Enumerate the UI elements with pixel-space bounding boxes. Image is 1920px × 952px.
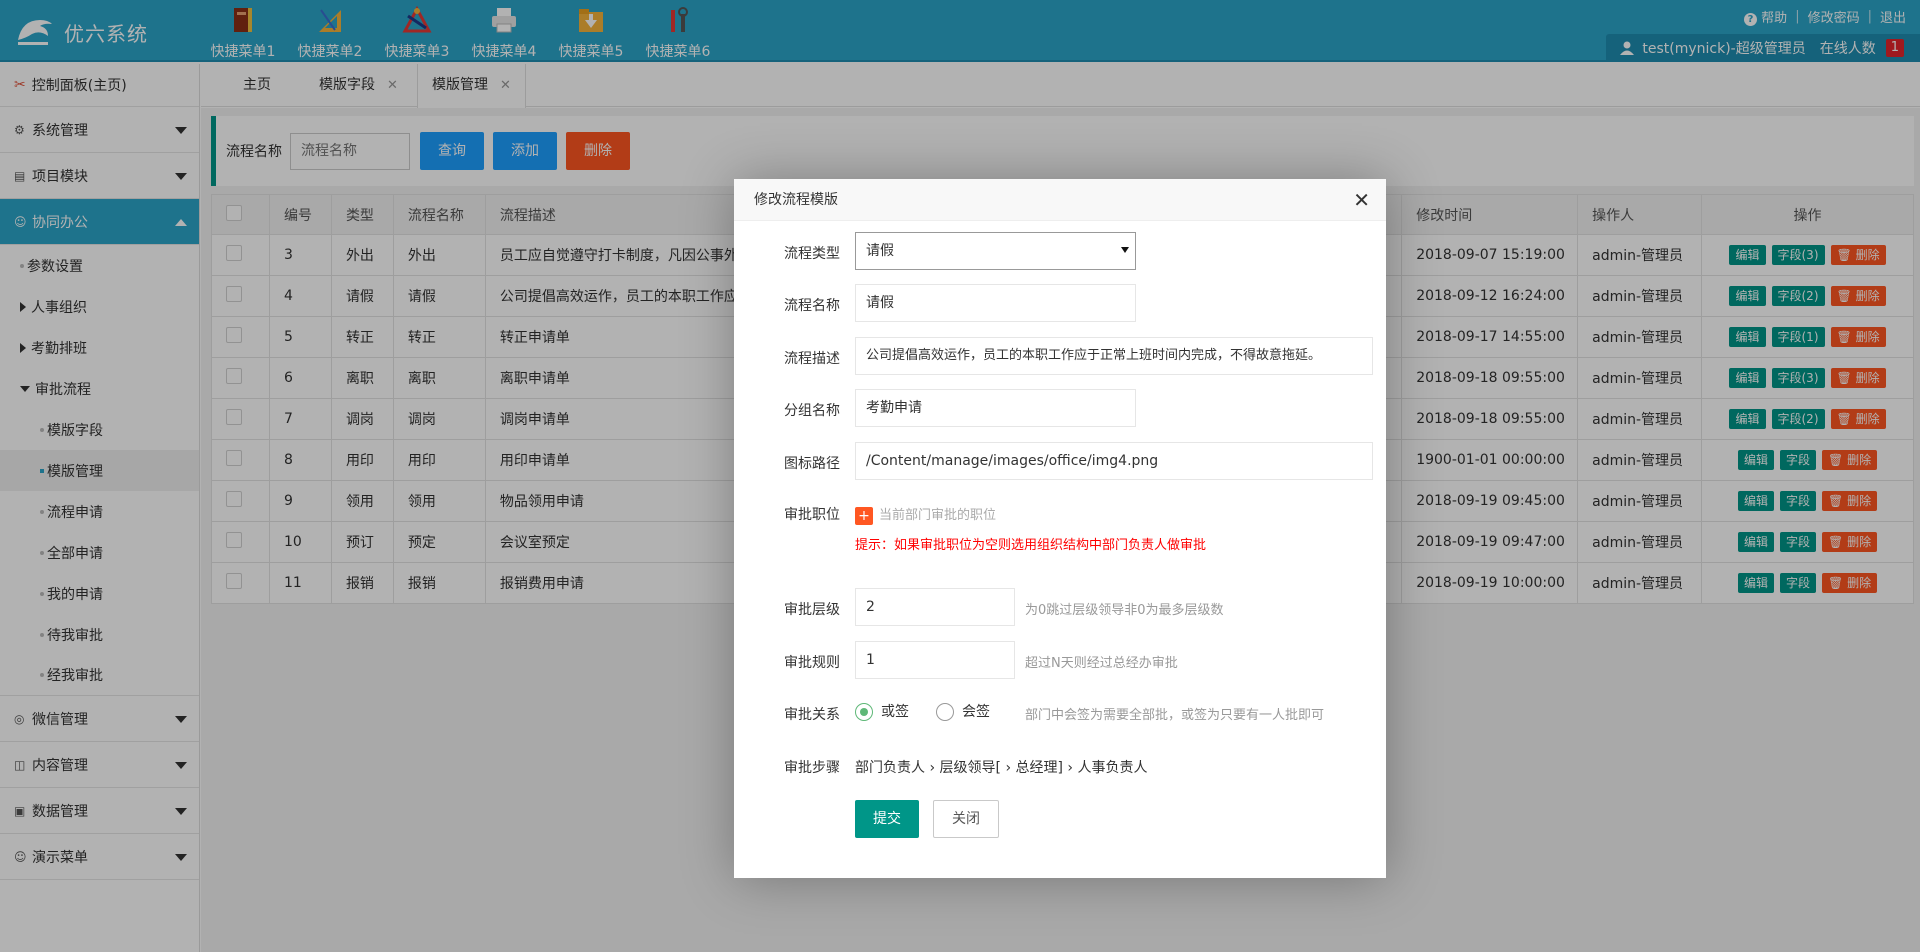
- edit-template-dialog: 修改流程模版 ✕ 流程类型 请假 流程名称 请假 流程描述 公司提倡高效运作，员…: [734, 179, 1386, 878]
- level-label: 审批层级: [784, 602, 840, 618]
- level-input[interactable]: 2: [855, 588, 1015, 626]
- step-item: 部门负责人: [855, 760, 925, 776]
- group-label: 分组名称: [784, 403, 840, 419]
- radio-checked-icon[interactable]: [855, 703, 873, 721]
- rule-input[interactable]: 1: [855, 641, 1015, 679]
- relation-label: 审批关系: [784, 707, 840, 723]
- submit-button[interactable]: 提交: [855, 800, 919, 838]
- flow-type-label: 流程类型: [784, 246, 840, 262]
- position-warning: 提示：如果审批职位为空则选用组织结构中部门负责人做审批: [855, 538, 1207, 553]
- radio-unchecked-icon[interactable]: [936, 703, 954, 721]
- icon-path-label: 图标路径: [784, 456, 840, 472]
- step-item: 层级领导[: [939, 760, 1001, 776]
- step-item: 总经理]: [1015, 760, 1063, 776]
- rule-label: 审批规则: [784, 655, 840, 671]
- step-item: 人事负责人: [1077, 760, 1148, 776]
- steps-label: 审批步骤: [784, 760, 840, 776]
- flow-desc-input[interactable]: 公司提倡高效运作，员工的本职工作应于正常上班时间内完成，不得故意拖延。: [855, 337, 1373, 375]
- chevron-right-icon: ›: [929, 760, 936, 776]
- plus-icon[interactable]: +: [855, 506, 873, 525]
- level-hint: 为0跳过层级领导非0为最多层级数: [1025, 603, 1224, 618]
- flow-name-input[interactable]: 请假: [855, 284, 1136, 322]
- relation-hint: 部门中会签为需要全部批，或签为只要有一人批即可: [1025, 708, 1325, 723]
- chevron-right-icon: ›: [1067, 760, 1074, 776]
- dialog-header: 修改流程模版 ✕: [734, 179, 1386, 221]
- icon-path-input[interactable]: /Content/manage/images/office/img4.png: [855, 442, 1373, 480]
- position-label: 审批职位: [784, 507, 840, 523]
- group-input[interactable]: 考勤申请: [855, 389, 1136, 427]
- flow-type-select[interactable]: 请假: [855, 232, 1136, 270]
- close-button[interactable]: 关闭: [933, 800, 999, 838]
- close-icon[interactable]: ✕: [1353, 179, 1370, 221]
- chevron-right-icon: ›: [1005, 760, 1012, 776]
- approval-steps: 部门负责人 › 层级领导[ › 总经理] › 人事负责人: [855, 757, 1147, 777]
- rule-hint: 超过N天则经过总经办审批: [1025, 656, 1178, 671]
- relation-or-option[interactable]: 或签: [855, 701, 909, 721]
- dialog-title: 修改流程模版: [754, 192, 838, 208]
- relation-and-option[interactable]: 会签: [936, 701, 990, 721]
- flow-name-label: 流程名称: [784, 298, 840, 314]
- dropdown-arrow-icon: [1121, 247, 1129, 253]
- position-picker[interactable]: + 当前部门审批的职位: [855, 504, 996, 525]
- flow-desc-label: 流程描述: [784, 351, 840, 367]
